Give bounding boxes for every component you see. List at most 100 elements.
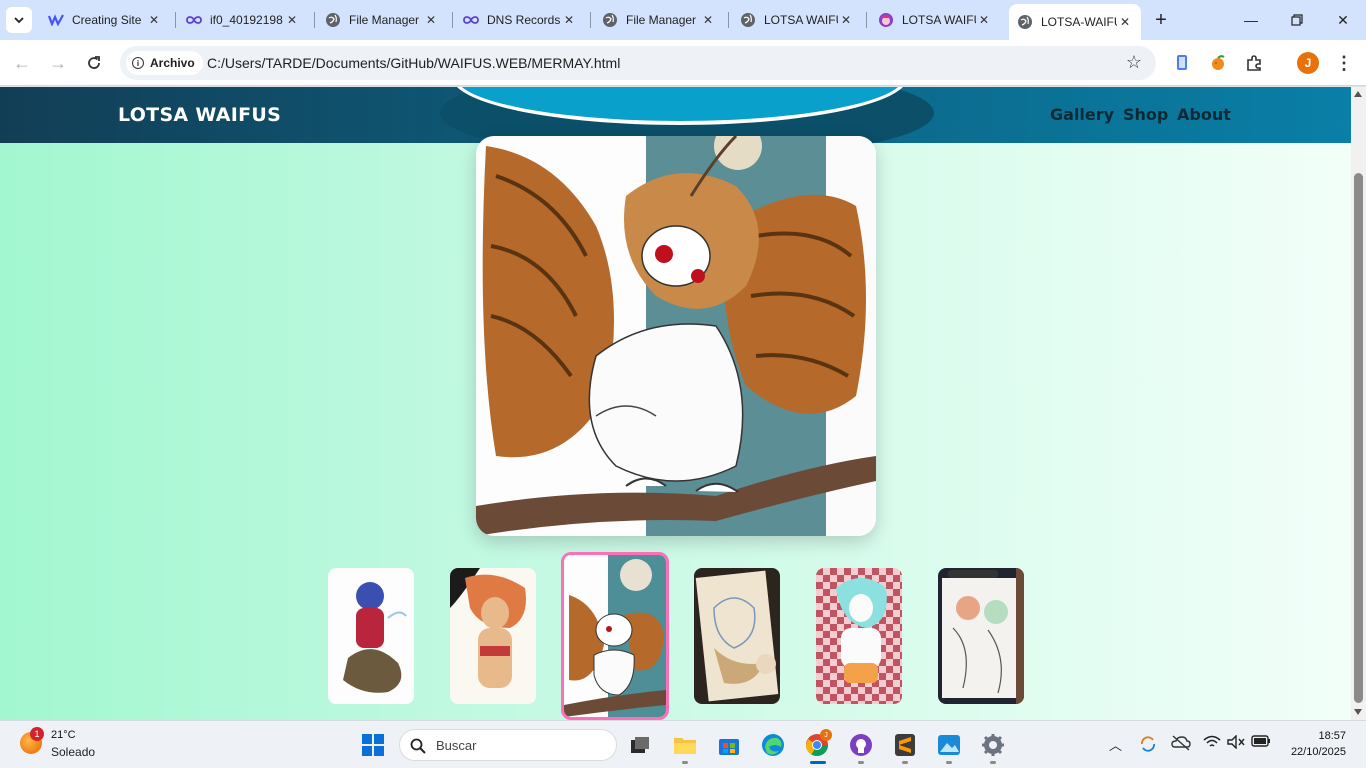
taskbar-search-input[interactable]: Buscar (399, 729, 617, 761)
info-icon: i (132, 57, 144, 69)
extension-fruit-icon[interactable] (1206, 51, 1230, 75)
close-window-button[interactable]: ✕ (1320, 0, 1366, 40)
clock-date[interactable]: 22/10/2025 (1291, 746, 1346, 758)
globe-icon (740, 12, 756, 28)
file-explorer-running-indicator (682, 761, 688, 764)
scroll-down-arrow-icon[interactable] (1354, 709, 1362, 715)
site-logo[interactable]: LOTSA WAIFUS (118, 104, 281, 126)
url-text[interactable]: C:/Users/TARDE/Documents/GitHub/WAIFUS.W… (207, 55, 620, 71)
edge-icon[interactable] (760, 732, 786, 758)
arrow-right-icon: → (49, 52, 67, 73)
forward-button[interactable]: → (44, 49, 72, 77)
sublime-running-indicator (902, 761, 908, 764)
nav-gallery[interactable]: Gallery (1050, 105, 1114, 124)
tab-6[interactable]: LOTSA WAIFUS ✕ (870, 4, 1000, 36)
close-icon[interactable]: ✕ (423, 12, 439, 28)
tab-title: Creating Site (72, 13, 142, 27)
bookmark-star-icon[interactable]: ☆ (1126, 52, 1142, 73)
close-icon[interactable]: ✕ (976, 12, 992, 28)
tab-search-button[interactable] (6, 7, 32, 33)
nav-about[interactable]: About (1177, 105, 1231, 124)
reading-list-icon[interactable] (1170, 51, 1194, 75)
tab-2[interactable]: File Manager ✕ (317, 4, 447, 36)
photos-icon[interactable] (936, 732, 962, 758)
close-icon[interactable]: ✕ (700, 12, 716, 28)
github-desktop-icon[interactable] (848, 732, 874, 758)
tab-4[interactable]: File Manager ✕ (594, 4, 724, 36)
anime-avatar-icon (878, 12, 894, 28)
thumbnail-4[interactable] (816, 568, 902, 704)
sublime-text-icon[interactable] (892, 732, 918, 758)
wifi-icon[interactable] (1203, 735, 1221, 752)
tab-title: LOTSA WAIFUS (764, 13, 838, 27)
task-view-icon[interactable] (627, 732, 653, 758)
chrome-active-indicator (810, 761, 826, 764)
new-tab-button[interactable]: + (1148, 7, 1174, 33)
infinityfree-icon (463, 12, 479, 28)
search-icon (410, 738, 426, 754)
close-icon[interactable]: ✕ (1117, 14, 1133, 30)
thumbnail-0[interactable] (328, 568, 414, 704)
site-header: LOTSA WAIFUS Gallery Shop About (0, 87, 1351, 159)
close-icon[interactable]: ✕ (146, 12, 162, 28)
tab-divider (175, 12, 176, 28)
address-bar[interactable]: i Archivo C:/Users/TARDE/Documents/GitHu… (120, 46, 1156, 80)
tab-divider (590, 12, 591, 28)
onedrive-offline-icon[interactable] (1171, 735, 1191, 754)
tab-divider (314, 12, 315, 28)
extensions-puzzle-icon[interactable] (1242, 51, 1266, 75)
minimize-icon: — (1244, 12, 1258, 28)
tab-title: if0_40192198 (210, 13, 283, 27)
tab-7-active[interactable]: LOTSA-WAIFUS ✕ (1009, 4, 1141, 40)
globe-icon (325, 12, 341, 28)
volume-muted-icon[interactable] (1227, 734, 1245, 752)
profile-initial: J (1297, 52, 1319, 74)
weather-badge: 1 (30, 727, 44, 741)
site-info-chip[interactable]: i Archivo (126, 51, 203, 75)
menu-kebab-icon[interactable]: ⋮ (1332, 51, 1356, 75)
battery-icon[interactable] (1251, 735, 1271, 750)
chevron-down-icon (14, 17, 24, 24)
weather-condition[interactable]: Soleado (51, 745, 95, 759)
arrow-left-icon: ← (13, 52, 31, 73)
thumbnail-5[interactable] (938, 568, 1024, 704)
featured-artwork-owl-harpy (476, 136, 876, 536)
tab-strip: Creating Site ✕ if0_40192198 ✕ File Mana… (0, 0, 1366, 40)
file-explorer-icon[interactable] (672, 732, 698, 758)
tab-title: DNS Records (487, 13, 561, 27)
weather-temperature[interactable]: 21°C (51, 729, 76, 741)
reload-icon (88, 56, 100, 69)
photos-running-indicator (946, 761, 952, 764)
close-icon: ✕ (1337, 11, 1349, 28)
close-icon[interactable]: ✕ (284, 12, 300, 28)
tab-divider (866, 12, 867, 28)
windows-start-icon[interactable] (360, 732, 386, 758)
tray-chevron-up-icon[interactable]: ︿ (1109, 735, 1122, 754)
clock-time[interactable]: 18:57 (1318, 730, 1346, 742)
minimize-button[interactable]: — (1228, 0, 1274, 40)
sync-icon[interactable] (1139, 735, 1157, 756)
thumbnail-1[interactable] (450, 568, 536, 704)
tab-1[interactable]: if0_40192198 ✕ (178, 4, 308, 36)
profile-avatar[interactable]: J (1296, 51, 1320, 75)
scroll-up-arrow-icon[interactable] (1354, 91, 1362, 97)
restore-button[interactable] (1274, 0, 1320, 40)
scrollbar-thumb[interactable] (1354, 173, 1363, 703)
settings-running-indicator (990, 761, 996, 764)
settings-icon[interactable] (980, 732, 1006, 758)
reload-button[interactable] (80, 49, 108, 77)
thumbnail-3[interactable] (694, 568, 780, 704)
close-icon[interactable]: ✕ (838, 12, 854, 28)
tab-0[interactable]: Creating Site ✕ (40, 4, 170, 36)
tab-3[interactable]: DNS Records ✕ (455, 4, 585, 36)
thumbnail-2-selected[interactable] (561, 552, 669, 720)
back-button[interactable]: ← (8, 49, 36, 77)
tab-5[interactable]: LOTSA WAIFUS ✕ (732, 4, 862, 36)
page-scrollbar[interactable] (1351, 87, 1366, 720)
nav-shop[interactable]: Shop (1123, 105, 1168, 124)
microsoft-store-icon[interactable] (716, 732, 742, 758)
browser-toolbar: ← → i Archivo C:/Users/TARDE/Documents/G… (0, 40, 1366, 86)
search-placeholder: Buscar (436, 738, 477, 753)
close-icon[interactable]: ✕ (561, 12, 577, 28)
tab-title: File Manager (626, 13, 697, 27)
